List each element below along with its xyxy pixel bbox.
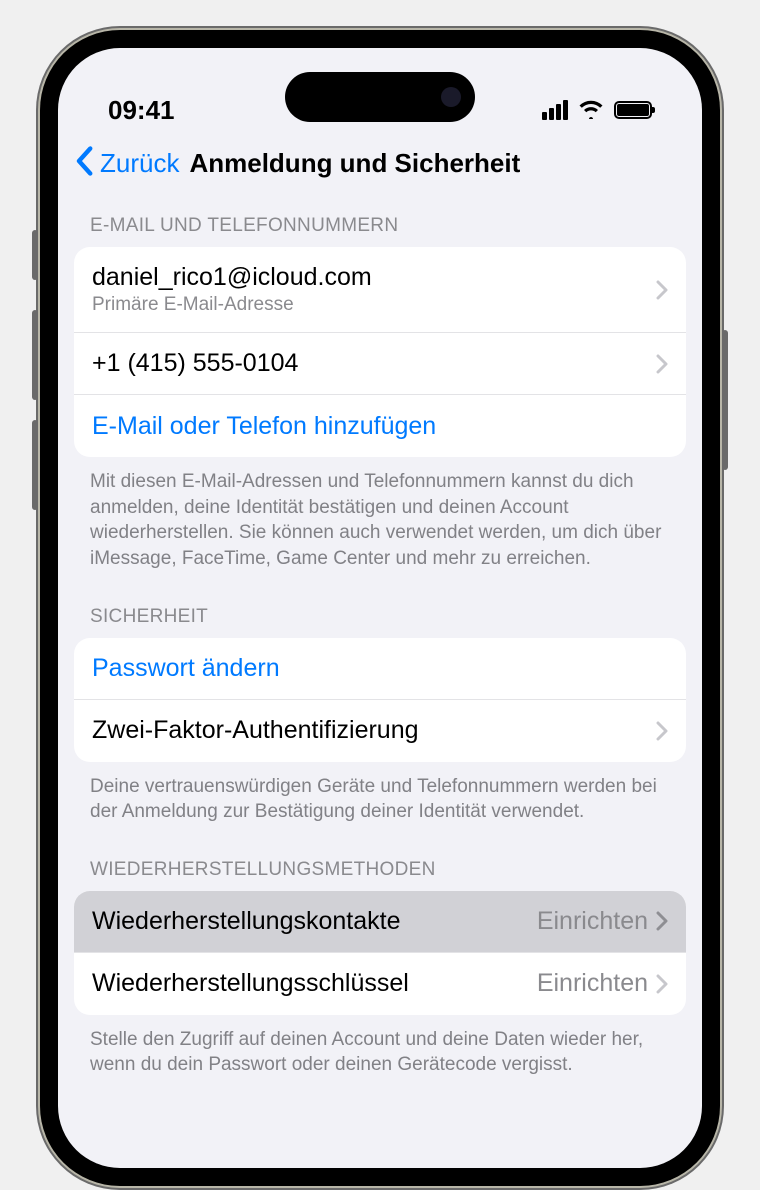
row-email[interactable]: daniel_rico1@icloud.com Primäre E-Mail-A… xyxy=(74,247,686,333)
dynamic-island xyxy=(285,72,475,122)
cellular-icon xyxy=(542,100,568,120)
list-group-contacts: daniel_rico1@icloud.com Primäre E-Mail-A… xyxy=(74,247,686,457)
row-change-password-label: Passwort ändern xyxy=(92,654,668,683)
chevron-right-icon xyxy=(656,354,668,374)
row-change-password[interactable]: Passwort ändern xyxy=(74,638,686,700)
section-header-contacts: E-MAIL UND TELEFONNUMMERN xyxy=(58,193,702,247)
chevron-right-icon xyxy=(656,911,668,931)
row-two-factor-label: Zwei-Faktor-Authentifizierung xyxy=(92,716,656,745)
battery-icon xyxy=(614,101,652,119)
row-recovery-key[interactable]: Wiederherstellungsschlüssel Einrichten xyxy=(74,953,686,1015)
list-group-recovery: Wiederherstellungskontakte Einrichten Wi… xyxy=(74,891,686,1015)
back-chevron-icon[interactable] xyxy=(74,146,94,181)
status-time: 09:41 xyxy=(108,95,175,126)
screen: 09:41 Zurück Anmeldung und Sicherheit E-… xyxy=(58,48,702,1168)
side-button xyxy=(32,420,38,510)
list-group-security: Passwort ändern Zwei-Faktor-Authentifizi… xyxy=(74,638,686,762)
section-footer-recovery: Stelle den Zugriff auf deinen Account un… xyxy=(58,1015,702,1078)
nav-bar: Zurück Anmeldung und Sicherheit xyxy=(58,138,702,193)
row-recovery-contacts-label: Wiederherstellungskontakte xyxy=(92,907,537,936)
row-email-value: daniel_rico1@icloud.com xyxy=(92,263,656,292)
row-two-factor[interactable]: Zwei-Faktor-Authentifizierung xyxy=(74,700,686,762)
phone-frame: 09:41 Zurück Anmeldung und Sicherheit E-… xyxy=(40,30,720,1186)
side-button xyxy=(722,330,728,470)
chevron-right-icon xyxy=(656,974,668,994)
section-footer-contacts: Mit diesen E-Mail-Adressen und Telefonnu… xyxy=(58,457,702,572)
chevron-right-icon xyxy=(656,721,668,741)
row-add-contact-label: E-Mail oder Telefon hinzufügen xyxy=(92,412,668,441)
side-button xyxy=(32,310,38,400)
section-header-security: SICHERHEIT xyxy=(58,572,702,638)
section-header-recovery: WIEDERHERSTELLUNGSMETHODEN xyxy=(58,825,702,891)
wifi-icon xyxy=(578,95,604,126)
row-phone[interactable]: +1 (415) 555-0104 xyxy=(74,333,686,395)
row-recovery-key-detail: Einrichten xyxy=(537,969,648,998)
row-add-contact[interactable]: E-Mail oder Telefon hinzufügen xyxy=(74,395,686,457)
row-phone-value: +1 (415) 555-0104 xyxy=(92,349,656,378)
chevron-right-icon xyxy=(656,280,668,300)
row-recovery-contacts[interactable]: Wiederherstellungskontakte Einrichten xyxy=(74,891,686,953)
row-recovery-contacts-detail: Einrichten xyxy=(537,907,648,936)
row-recovery-key-label: Wiederherstellungsschlüssel xyxy=(92,969,537,998)
row-email-subtitle: Primäre E-Mail-Adresse xyxy=(92,294,656,316)
back-button[interactable]: Zurück xyxy=(100,148,179,179)
page-title: Anmeldung und Sicherheit xyxy=(189,148,520,179)
section-footer-security: Deine vertrauenswürdigen Geräte und Tele… xyxy=(58,762,702,825)
camera-icon xyxy=(441,87,461,107)
side-button xyxy=(32,230,38,280)
